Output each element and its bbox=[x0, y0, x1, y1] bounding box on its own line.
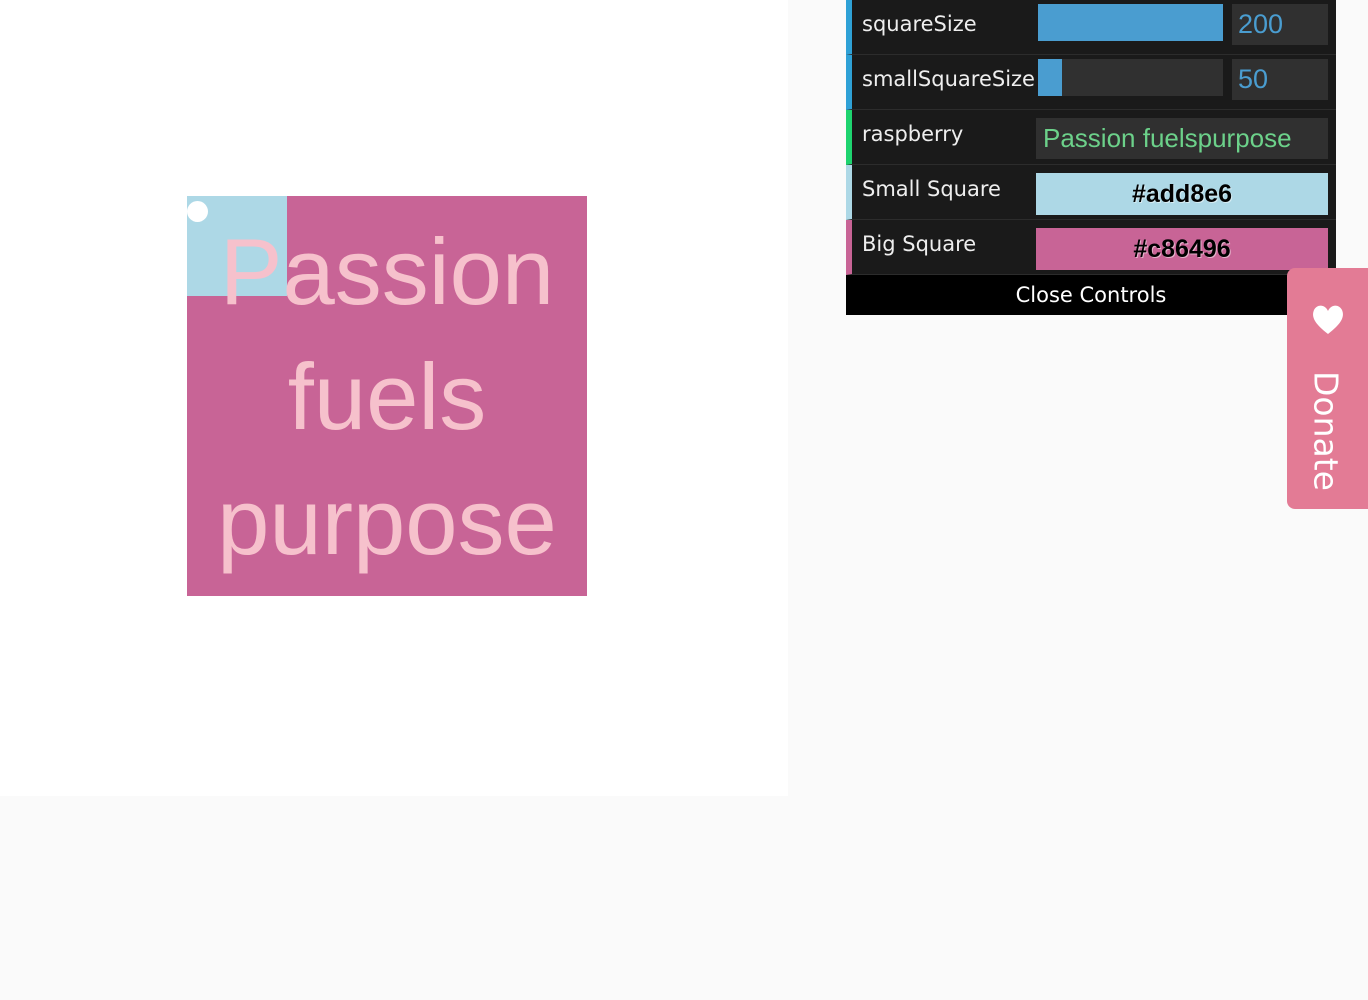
donate-label: Donate bbox=[1306, 371, 1346, 491]
raspberry-text-input[interactable]: Passion fuelspurpose bbox=[1036, 118, 1328, 159]
control-square-size: squareSize 200 bbox=[846, 0, 1336, 55]
square-size-slider[interactable] bbox=[1038, 4, 1223, 41]
square-size-label: squareSize bbox=[862, 12, 977, 36]
small-square-size-slider[interactable] bbox=[1038, 59, 1223, 96]
control-small-square-color: Small Square #add8e6 bbox=[846, 165, 1336, 220]
heart-icon bbox=[1313, 305, 1343, 334]
square-text: Passion fuels purpose bbox=[187, 196, 587, 596]
control-raspberry: raspberry Passion fuelspurpose bbox=[846, 110, 1336, 165]
square-size-slider-fill bbox=[1038, 4, 1223, 41]
square-text-line-1: Passion bbox=[219, 218, 555, 324]
small-square-size-slider-fill bbox=[1038, 59, 1063, 96]
donate-tab[interactable]: Donate bbox=[1287, 268, 1368, 509]
controls-panel: squareSize 200 smallSquareSize 50 raspbe… bbox=[846, 0, 1336, 315]
raspberry-label: raspberry bbox=[862, 122, 964, 146]
square-size-input[interactable]: 200 bbox=[1232, 4, 1328, 45]
close-controls-button[interactable]: Close Controls bbox=[846, 275, 1336, 315]
big-square-color-picker[interactable]: #c86496 bbox=[1036, 228, 1328, 270]
big-square-color-label: Big Square bbox=[862, 232, 977, 256]
square-text-line-3: purpose bbox=[217, 468, 557, 574]
control-small-square-size: smallSquareSize 50 bbox=[846, 55, 1336, 110]
small-square-color-label: Small Square bbox=[862, 177, 1001, 201]
small-square-size-input[interactable]: 50 bbox=[1232, 59, 1328, 100]
small-square-color-picker[interactable]: #add8e6 bbox=[1036, 173, 1328, 215]
sketch-canvas[interactable]: Passion fuels purpose bbox=[0, 0, 788, 796]
small-square-size-label: smallSquareSize bbox=[862, 67, 1035, 91]
control-big-square-color: Big Square #c86496 bbox=[846, 220, 1336, 275]
square-text-line-2: fuels bbox=[287, 343, 487, 449]
